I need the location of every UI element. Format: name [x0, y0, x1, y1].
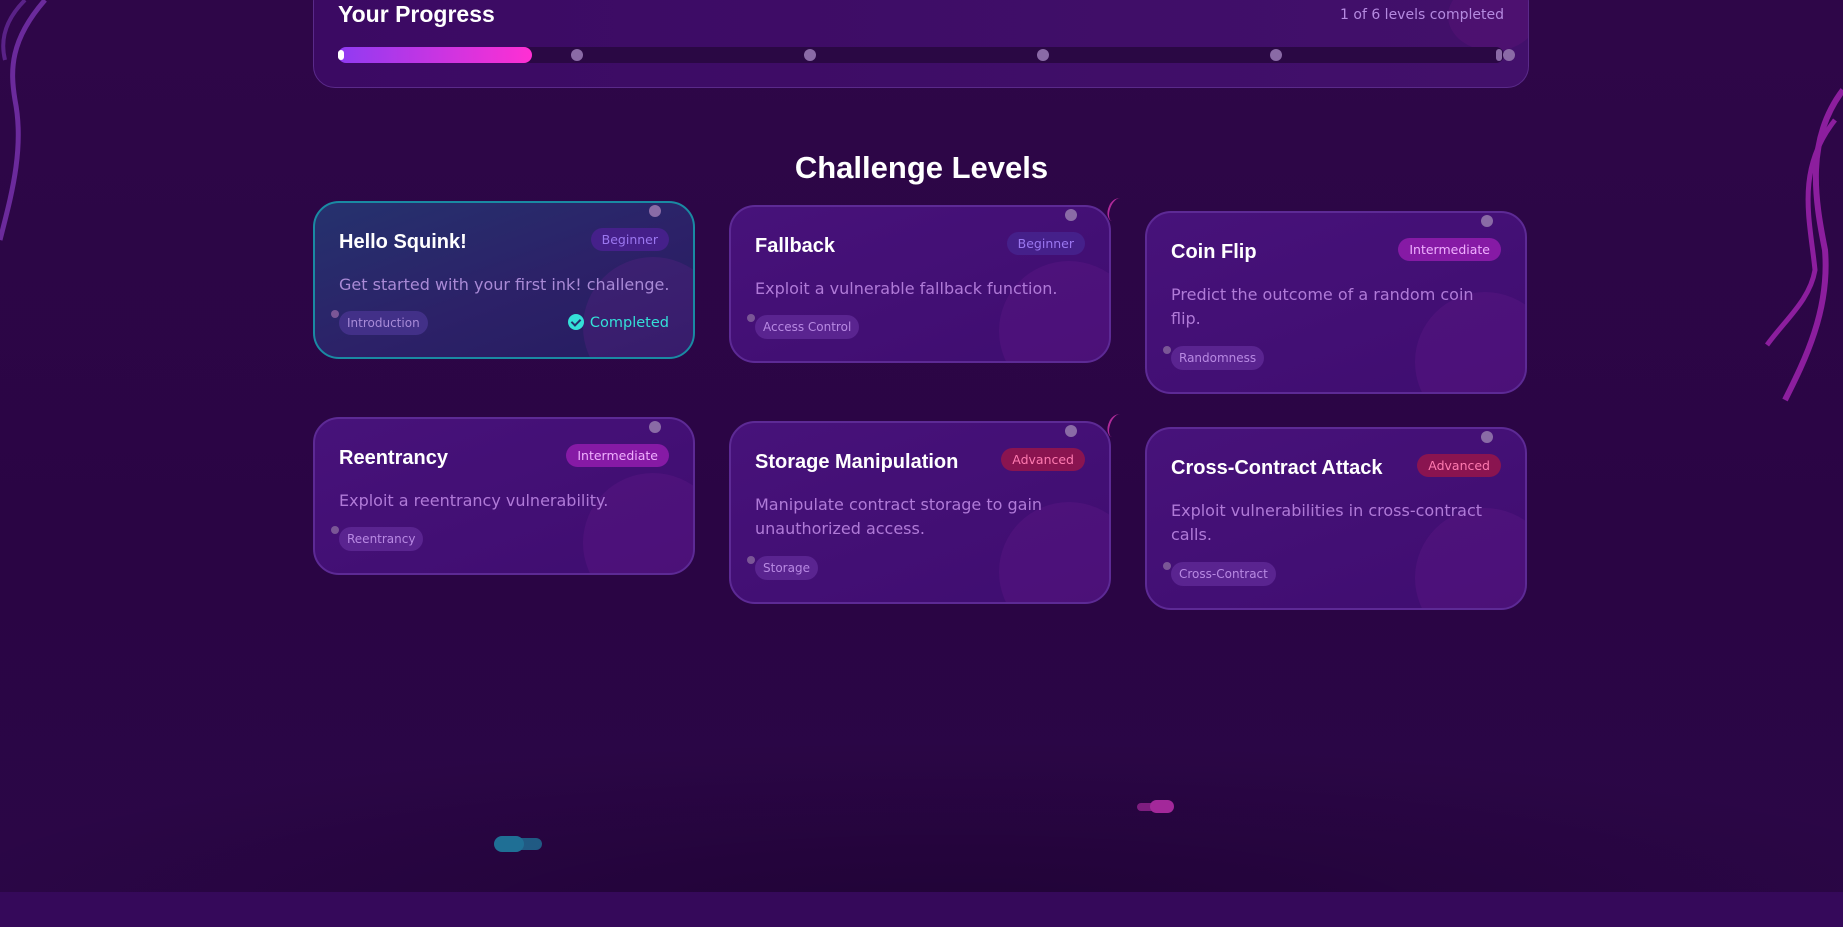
progress-level-marker: [1496, 49, 1502, 61]
card-decor-dot: [1163, 562, 1171, 570]
difficulty-badge: Advanced: [1417, 454, 1501, 477]
progress-count: 1 of 6 levels completed: [1340, 7, 1504, 23]
category-tag: Cross-Contract: [1171, 562, 1276, 586]
card-decor-dot: [1065, 209, 1077, 221]
card-decor-dot: [747, 314, 755, 322]
category-tag: Access Control: [755, 315, 860, 339]
progress-level-marker: [571, 49, 583, 61]
card-decor-dot: [1481, 431, 1493, 443]
level-description: Predict the outcome of a random coin fli…: [1171, 285, 1474, 328]
progress-level-marker: [1503, 49, 1515, 61]
difficulty-badge: Advanced: [1001, 448, 1085, 471]
category-tag: Randomness: [1171, 346, 1265, 370]
card-decor-dot: [649, 205, 661, 217]
card-decor-dot: [649, 421, 661, 433]
floating-capsule: [1150, 800, 1174, 813]
check-circle-icon: [567, 314, 584, 330]
progress-level-marker: [1270, 49, 1282, 61]
level-card-storage-manipulation[interactable]: Storage Manipulation Advanced Manipulate…: [729, 421, 1111, 604]
card-decor-dot: [1065, 425, 1077, 437]
progress-level-marker: [1037, 49, 1049, 61]
difficulty-badge: Beginner: [590, 228, 669, 251]
card-decor-dot: [1163, 346, 1171, 354]
decorative-vine-left: [0, 0, 47, 241]
completed-status-text: Completed: [589, 315, 669, 331]
category-tag: Introduction: [339, 311, 428, 335]
level-description: Manipulate contract storage to gain unau…: [755, 495, 1043, 538]
category-tag: Reentrancy: [339, 527, 424, 551]
level-description: Exploit vulnerabilities in cross-contrac…: [1171, 501, 1483, 544]
level-description: Get started with your first ink! challen…: [339, 275, 670, 294]
level-title: Hello Squink!: [339, 231, 467, 253]
level-title: Cross-Contract Attack: [1171, 457, 1383, 479]
difficulty-badge: Intermediate: [1398, 238, 1501, 261]
level-title: Coin Flip: [1171, 241, 1257, 263]
progress-fill: [338, 47, 532, 63]
level-card-fallback[interactable]: Fallback Beginner Exploit a vulnerable f…: [729, 205, 1111, 363]
background-wave: [0, 740, 1843, 910]
decorative-vine-right: [1765, 88, 1843, 402]
level-description: Exploit a reentrancy vulnerability.: [339, 491, 609, 510]
level-title: Reentrancy: [339, 447, 448, 469]
progress-title: Your Progress: [338, 1, 495, 27]
difficulty-badge: Beginner: [1006, 232, 1085, 255]
section-title: Challenge Levels: [794, 150, 1049, 185]
floating-capsule: [518, 838, 542, 850]
level-card-reentrancy[interactable]: Reentrancy Intermediate Exploit a reentr…: [313, 417, 695, 575]
card-decor-dot: [1481, 215, 1493, 227]
progress-panel: Your Progress 1 of 6 levels completed: [313, 0, 1529, 88]
level-card-cross-contract-attack[interactable]: Cross-Contract Attack Advanced Exploit v…: [1145, 427, 1527, 610]
progress-fill-knob: [338, 50, 344, 60]
card-decor-dot: [331, 310, 339, 318]
level-description: Exploit a vulnerable fallback function.: [755, 279, 1058, 298]
background-bottom-band: [0, 892, 1843, 927]
category-tag: Storage: [755, 556, 818, 580]
level-title: Storage Manipulation: [755, 451, 959, 473]
level-title: Fallback: [755, 235, 836, 257]
difficulty-badge: Intermediate: [566, 444, 669, 467]
level-card-hello-squink[interactable]: Hello Squink! Beginner Get started with …: [313, 201, 695, 359]
page-background: Your Progress 1 of 6 levels completed Ch…: [0, 0, 1843, 927]
progress-track: [338, 47, 1515, 63]
level-card-coin-flip[interactable]: Coin Flip Intermediate Predict the outco…: [1145, 211, 1527, 394]
completed-status: Completed: [567, 311, 669, 335]
card-decor-dot: [331, 526, 339, 534]
card-decor-dot: [747, 556, 755, 564]
progress-level-marker: [804, 49, 816, 61]
